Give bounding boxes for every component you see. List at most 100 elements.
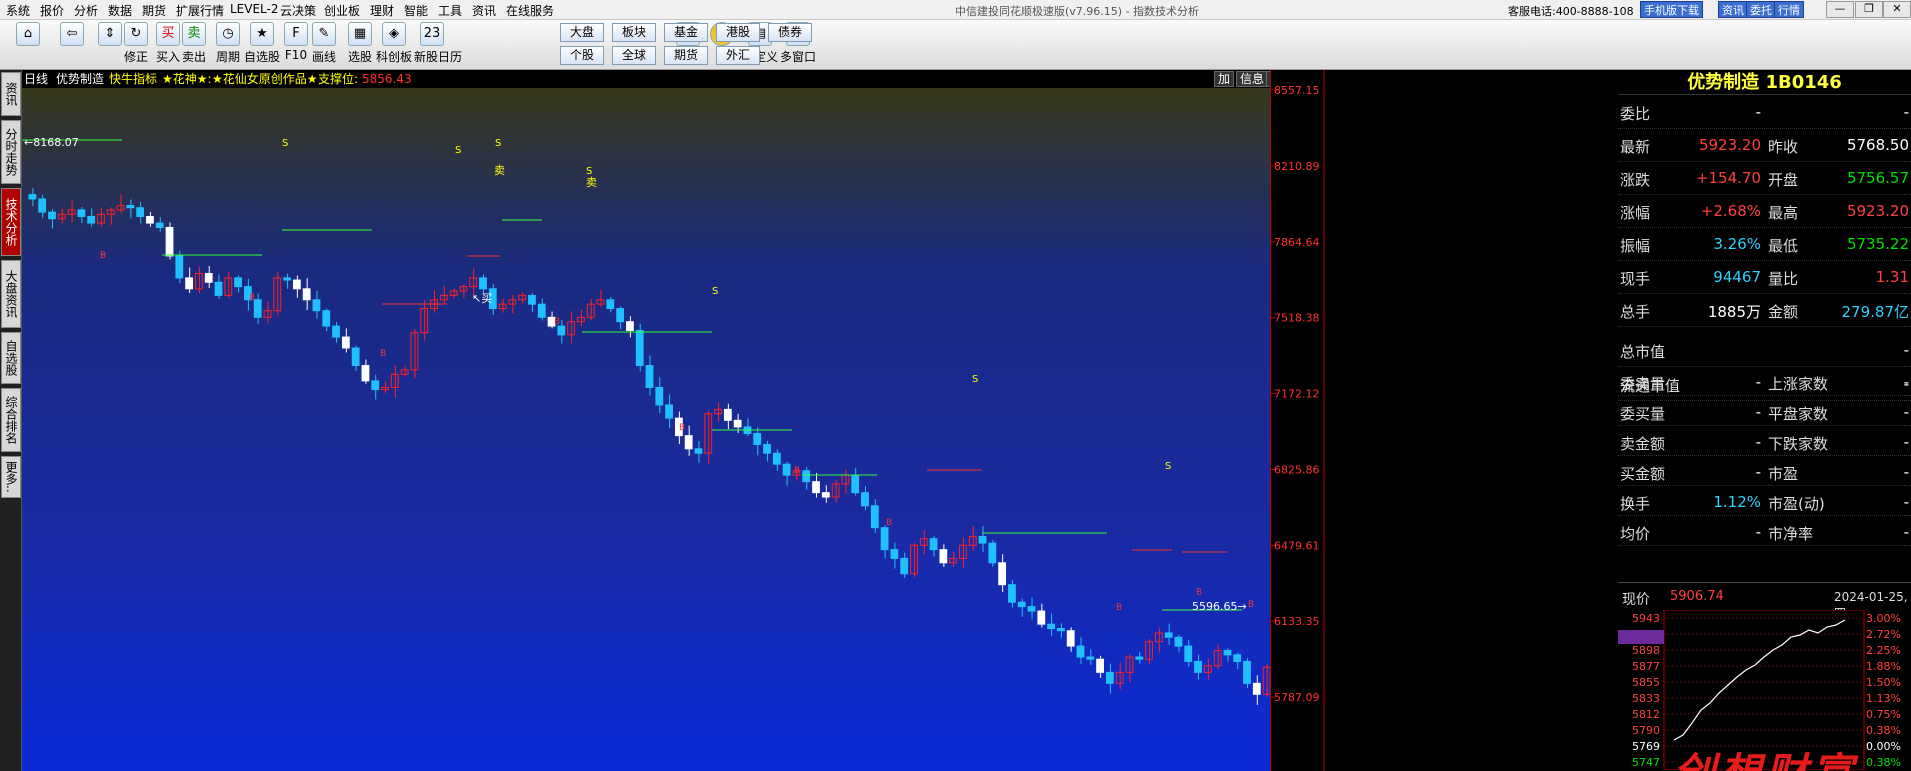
quote-value: 5923.20 [1698, 136, 1761, 154]
quote-key: 平盘家数 [1768, 405, 1829, 423]
quote-row-11: 卖金额 - 下跌家数 - [1618, 426, 1911, 456]
candle [518, 292, 527, 304]
candle [116, 194, 125, 214]
market-button-1-2[interactable]: 期货 [664, 46, 708, 65]
quote-row-1: 最新 5923.20 昨收 5768.50 [1618, 129, 1911, 162]
candle [67, 200, 76, 223]
quote-value: 1.31 [1875, 268, 1909, 286]
candle [959, 537, 967, 569]
menu-item-10[interactable]: 智能 [404, 2, 428, 19]
quote-key: 金额 [1768, 303, 1799, 321]
select-stock-icon: ▦ [348, 22, 372, 46]
candle [704, 410, 713, 464]
tool-select-stock-button[interactable]: ▦ 选股 [342, 22, 378, 65]
candle [1017, 598, 1026, 617]
candle [390, 365, 399, 398]
left-tab-0[interactable]: 资讯 [1, 72, 21, 116]
quote-value: +154.70 [1695, 169, 1761, 187]
candlestick-plot: SSSSSSSSBBBBBBBBBB卖卖↖买←8168.075596.65→ [22, 136, 1294, 705]
market-button-0-2[interactable]: 基金 [664, 23, 708, 42]
candle [723, 403, 732, 430]
market-button-1-0[interactable]: 个股 [560, 46, 604, 65]
minimize-icon[interactable]: — [1826, 1, 1854, 18]
candle [1252, 675, 1261, 705]
menu-item-3[interactable]: 数据 [108, 2, 132, 19]
buy-signal: B [1248, 600, 1254, 610]
tool-star-button[interactable]: ★ 自选股 [244, 22, 280, 65]
news-button[interactable]: 资讯 [1718, 1, 1748, 18]
buy-signal: B [679, 423, 685, 433]
mini-price-tick: 5790 [1632, 724, 1660, 737]
quote-value: 5923.20 [1846, 202, 1909, 220]
tool-home-button[interactable]: ⌂ [10, 22, 46, 48]
candle [1145, 639, 1153, 665]
tool-label: 科创板 [376, 50, 413, 64]
restore-icon[interactable]: ❐ [1855, 1, 1883, 18]
quote-key: 市盈(动) [1768, 495, 1825, 513]
candle [175, 250, 184, 284]
candle [273, 271, 282, 316]
menu-item-5[interactable]: 扩展行情 [176, 2, 224, 19]
tool-sell-button[interactable]: 卖卖出 [176, 22, 212, 65]
mini-pct-tick: 2.25% [1866, 644, 1901, 657]
candle [821, 485, 830, 503]
quote-key: 下跌家数 [1768, 435, 1829, 453]
order-button[interactable]: 委托 [1746, 1, 1776, 18]
home-icon: ⌂ [16, 22, 40, 46]
quote-key: 委卖量 [1620, 375, 1666, 393]
quote-key: 最低 [1768, 237, 1799, 255]
tool-calendar-button[interactable]: 23 新股日历 [414, 22, 462, 65]
mini-price-tick: 5898 [1632, 644, 1660, 657]
menu-item-11[interactable]: 工具 [438, 2, 462, 19]
candle [1076, 637, 1085, 664]
candle [596, 289, 605, 308]
tool-pencil-button[interactable]: ✎ 画线 [306, 22, 342, 65]
left-tab-4[interactable]: 自选股 [1, 332, 21, 384]
menu-item-6[interactable]: LEVEL-2 [230, 2, 279, 16]
candle [146, 211, 154, 227]
left-tab-1[interactable]: 分时走势 [1, 120, 21, 184]
candle [508, 294, 517, 314]
quotes-button[interactable]: 行情 [1774, 1, 1804, 18]
tool-refresh-button[interactable]: ↻ 修正 [118, 22, 154, 65]
candle [1105, 663, 1114, 694]
menu-item-2[interactable]: 分析 [74, 2, 98, 19]
menu-item-12[interactable]: 资讯 [472, 2, 496, 19]
left-tab-3[interactable]: 大盘资讯 [1, 260, 21, 328]
market-button-0-4[interactable]: 债券 [768, 23, 812, 42]
quote-value: - [1903, 341, 1909, 359]
candle [1233, 652, 1242, 670]
market-button-1-1[interactable]: 全球 [612, 46, 656, 65]
candle [665, 394, 673, 429]
menu-item-8[interactable]: 创业板 [324, 2, 360, 19]
menu-item-9[interactable]: 理财 [370, 2, 394, 19]
menu-item-13[interactable]: 在线服务 [506, 2, 554, 19]
market-button-0-0[interactable]: 大盘 [560, 23, 604, 42]
left-tab-5[interactable]: 综合排名 [1, 388, 21, 452]
mini-price-tick: 5833 [1632, 692, 1660, 705]
quote-value: - [1903, 103, 1909, 121]
mobile-download-button[interactable]: 手机版下载 [1640, 1, 1703, 18]
buy-signal: B [886, 518, 892, 528]
menu-item-0[interactable]: 系统 [6, 2, 30, 19]
left-tab-2[interactable]: 技术分析 [1, 188, 21, 256]
quote-value: 5756.57 [1846, 169, 1909, 187]
market-button-0-1[interactable]: 板块 [612, 23, 656, 42]
market-button-0-3[interactable]: 港股 [716, 23, 760, 42]
left-tab-6[interactable]: 更多.. [1, 456, 21, 498]
market-button-1-3[interactable]: 外汇 [716, 46, 760, 65]
menu-item-7[interactable]: 云决策 [280, 2, 316, 19]
candle [302, 278, 311, 311]
menu-item-4[interactable]: 期货 [142, 2, 166, 19]
tool-back-arrow-button[interactable]: ⇦ [54, 22, 90, 48]
mini-price-tick: 5769 [1632, 740, 1660, 753]
tool-kcb-button[interactable]: ◈ 科创板 [376, 22, 412, 65]
menu-item-1[interactable]: 报价 [40, 2, 64, 19]
quote-value: 3.26% [1713, 235, 1761, 253]
candle [772, 449, 781, 471]
candle [420, 300, 429, 341]
close-icon[interactable]: ✕ [1883, 1, 1911, 18]
tool-clock-button[interactable]: ◷ 周期 [210, 22, 246, 65]
quote-value: - [1903, 433, 1909, 451]
kline-chart[interactable]: 日线 优势制造 快牛指标 ★花神★: ★花仙女原创作品★ 支撑位: 5856.4… [22, 70, 1327, 771]
